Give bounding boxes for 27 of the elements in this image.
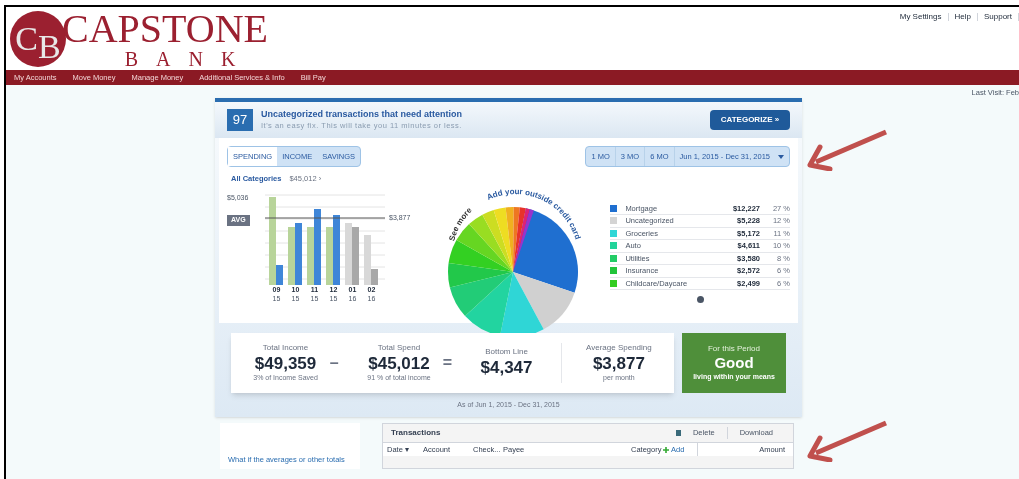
bank-name: CAPSTONE xyxy=(62,8,268,49)
summary-label: Total Income xyxy=(262,342,309,353)
logo-letter: C xyxy=(15,21,38,56)
summary-value: $45,012 xyxy=(368,352,430,374)
summary-value: $49,359 xyxy=(254,352,317,374)
transactions-title: Transactions xyxy=(391,427,442,439)
logo-letter: B xyxy=(38,29,61,64)
top-link[interactable]: My Settings xyxy=(899,11,942,23)
categorize-button[interactable]: CATEGORIZE » xyxy=(710,110,790,130)
summary-value: $4,347 xyxy=(480,356,533,379)
summary-label: Bottom Line xyxy=(485,346,528,357)
top-link[interactable]: Support xyxy=(983,11,1012,23)
top-link[interactable]: Help xyxy=(954,11,971,23)
bank-subname: BANK xyxy=(123,48,254,69)
operator-sign: – xyxy=(329,352,339,373)
caret-icon xyxy=(778,154,784,159)
verdict-heading: For this Period xyxy=(708,343,760,354)
trash-icon xyxy=(675,430,681,436)
summary-label: Average Spending xyxy=(586,342,652,353)
summary-label: Total Spend xyxy=(377,342,421,353)
alert-title: Uncategorized transactions that need attention xyxy=(261,109,464,120)
expand-icon[interactable] xyxy=(696,296,704,303)
summary-value: $3,877 xyxy=(592,352,645,374)
operator-sign: = xyxy=(442,352,453,373)
count-badge: 97 xyxy=(227,109,253,131)
plus-icon xyxy=(663,446,669,453)
verdict-value: Good xyxy=(714,353,754,373)
